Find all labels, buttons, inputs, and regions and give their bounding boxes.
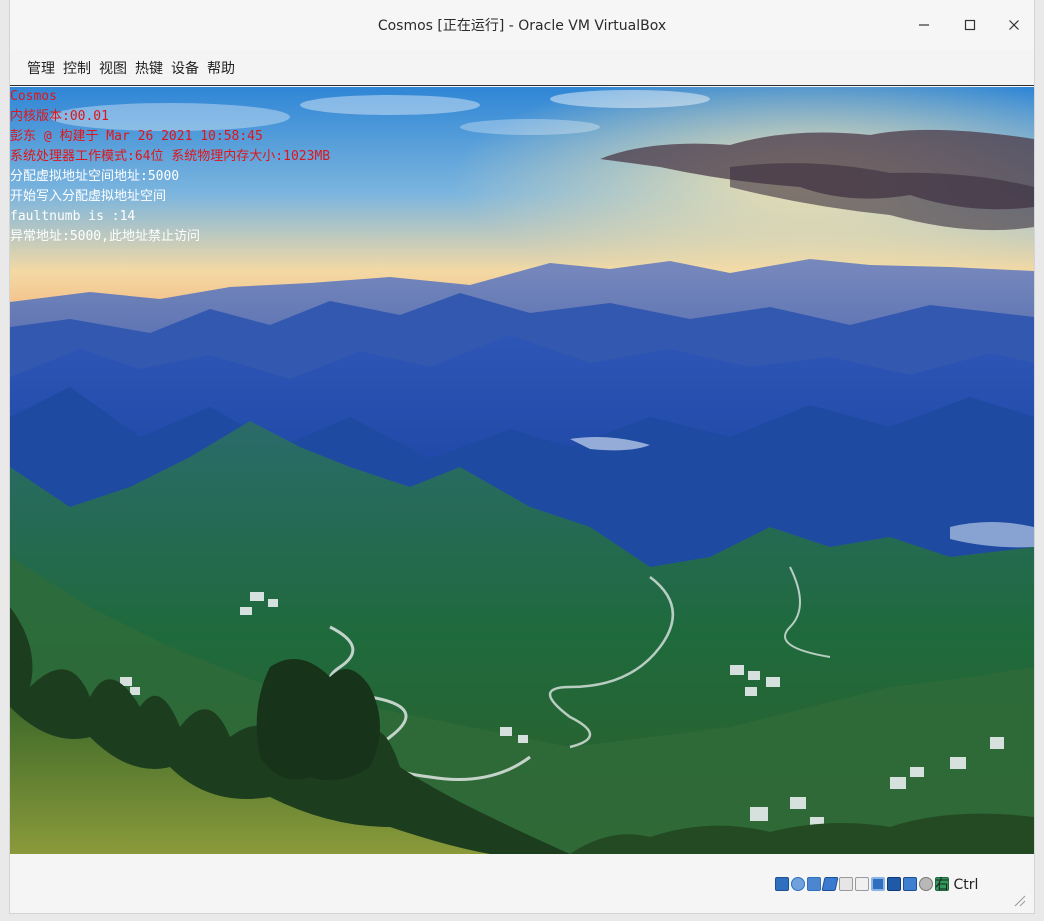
title-bar[interactable]: Cosmos [正在运行] - Oracle VM VirtualBox bbox=[10, 0, 1034, 50]
console-line: Cosmos bbox=[10, 89, 57, 104]
resize-grip-icon[interactable] bbox=[1012, 893, 1026, 907]
menu-bar: 管理 控制 视图 热键 设备 帮助 bbox=[10, 50, 1034, 86]
maximize-button[interactable] bbox=[959, 14, 981, 36]
menu-help[interactable]: 帮助 bbox=[204, 55, 238, 81]
menu-hotkeys[interactable]: 热键 bbox=[132, 55, 166, 81]
menu-devices[interactable]: 设备 bbox=[168, 55, 202, 81]
status-icons bbox=[775, 877, 951, 891]
vm-screen[interactable]: Cosmos 内核版本:00.01 彭东 @ 构建于 Mar 26 2021 1… bbox=[10, 87, 1034, 854]
menu-view[interactable]: 视图 bbox=[96, 55, 130, 81]
console-line: 内核版本:00.01 bbox=[10, 109, 109, 124]
window-title: Cosmos [正在运行] - Oracle VM VirtualBox bbox=[377, 18, 667, 34]
video-capture-icon[interactable] bbox=[887, 877, 901, 891]
virtualbox-window: Cosmos [正在运行] - Oracle VM VirtualBox 管理 … bbox=[10, 0, 1034, 913]
optical-drive-icon[interactable] bbox=[791, 877, 805, 891]
console-line: 系统处理器工作模式:64位 系统物理内存大小:1023MB bbox=[10, 149, 331, 164]
close-button[interactable] bbox=[1003, 14, 1025, 36]
cpu-icon[interactable] bbox=[919, 877, 933, 891]
hard-disk-icon[interactable] bbox=[775, 877, 789, 891]
console-output: Cosmos 内核版本:00.01 彭东 @ 构建于 Mar 26 2021 1… bbox=[10, 87, 330, 247]
console-line: 彭东 @ 构建于 Mar 26 2021 10:58:45 bbox=[10, 129, 263, 144]
mouse-integration-icon[interactable] bbox=[903, 877, 917, 891]
console-line: 开始写入分配虚拟地址空间 bbox=[10, 189, 167, 204]
status-bar: 右 Ctrl bbox=[10, 855, 1034, 913]
console-line: 异常地址:5000,此地址禁止访问 bbox=[10, 229, 200, 244]
minimize-icon bbox=[919, 24, 929, 26]
menu-control[interactable]: 控制 bbox=[60, 55, 94, 81]
display-icon[interactable] bbox=[871, 877, 885, 891]
minimize-button[interactable] bbox=[913, 14, 935, 36]
audio-icon[interactable] bbox=[807, 877, 821, 891]
network-icon[interactable] bbox=[821, 877, 839, 891]
shared-folder-icon[interactable] bbox=[855, 877, 869, 891]
console-line: faultnumb is :14 bbox=[10, 209, 136, 224]
close-icon bbox=[1009, 20, 1019, 30]
maximize-icon bbox=[964, 19, 976, 31]
menu-manage[interactable]: 管理 bbox=[24, 55, 58, 81]
console-line: 分配虚拟地址空间地址:5000 bbox=[10, 169, 180, 184]
usb-icon[interactable] bbox=[839, 877, 853, 891]
host-key-label[interactable]: 右 Ctrl bbox=[935, 874, 978, 894]
